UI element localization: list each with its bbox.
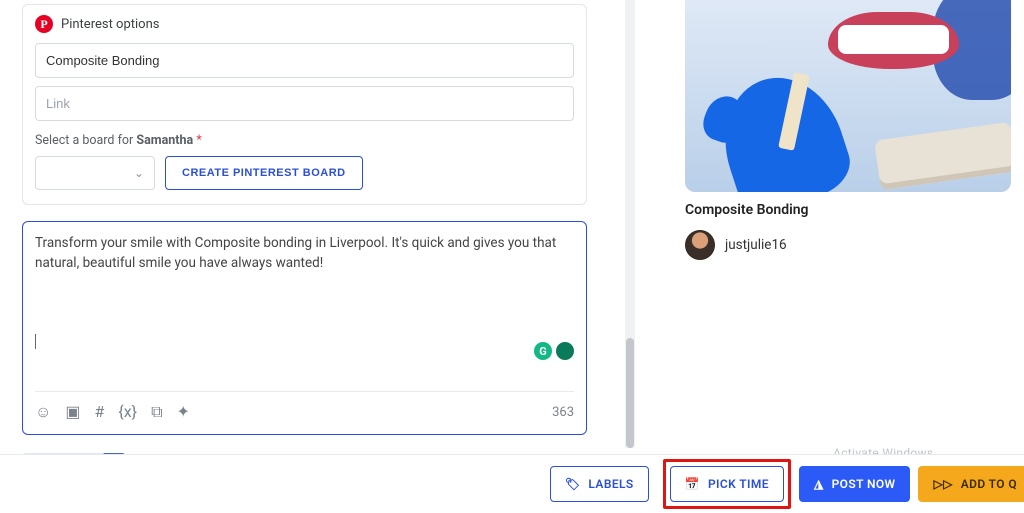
grammarly-icon[interactable]: G <box>534 342 552 360</box>
post-now-button-text: POST NOW <box>832 477 896 491</box>
labels-button-text: LABELS <box>588 477 633 491</box>
pick-time-button-text: PICK TIME <box>708 477 769 491</box>
pin-title-input[interactable] <box>35 43 574 78</box>
ai-sparkle-icon[interactable]: ✦ <box>177 402 190 422</box>
add-to-queue-button[interactable]: ▷▷ ADD TO Q <box>918 466 1024 502</box>
caption-editor[interactable]: Transform your smile with Composite bond… <box>22 221 587 435</box>
preview-title: Composite Bonding <box>685 202 1011 218</box>
calendar-icon: 📅 <box>685 477 700 491</box>
tutorial-highlight: 📅 PICK TIME <box>663 459 791 509</box>
create-pinterest-board-button[interactable]: CREATE PINTEREST BOARD <box>165 156 363 190</box>
image-icon[interactable]: ▣ <box>65 402 80 422</box>
preview-user-row: justjulie16 <box>685 230 1011 260</box>
pinterest-options-card: P Pinterest options Select a board for S… <box>22 4 587 205</box>
preview-image <box>685 0 1011 192</box>
preview-username: justjulie16 <box>725 237 787 253</box>
pinterest-section-title: Pinterest options <box>61 17 159 32</box>
add-to-queue-button-text: ADD TO Q <box>961 477 1017 491</box>
pick-time-button[interactable]: 📅 PICK TIME <box>670 466 784 502</box>
character-count: 363 <box>552 405 574 420</box>
tag-icon: 🏷 <box>565 477 581 491</box>
caption-text[interactable]: Transform your smile with Composite bond… <box>35 234 574 330</box>
assistant-icon[interactable] <box>556 342 574 360</box>
board-select-dropdown[interactable]: ⌄ <box>35 156 155 190</box>
grammar-badges: G <box>534 342 574 360</box>
preview-card: Composite Bonding justjulie16 <box>685 0 1011 260</box>
fast-forward-icon: ▷▷ <box>933 477 952 491</box>
emoji-icon[interactable]: ☺ <box>35 402 51 422</box>
send-icon: ◮ <box>814 477 824 491</box>
board-label-name: Samantha <box>136 133 193 148</box>
snippet-icon[interactable]: ⧉ <box>151 402 162 422</box>
variable-icon[interactable]: {x} <box>118 402 137 422</box>
text-cursor <box>35 334 36 349</box>
post-preview-panel: Composite Bonding justjulie16 <box>625 0 1024 450</box>
board-select-label: Select a board for Samantha * <box>35 133 574 148</box>
composer-panel: P Pinterest options Select a board for S… <box>0 0 605 460</box>
labels-button[interactable]: 🏷 LABELS <box>550 466 649 502</box>
caption-toolbar: ☺ ▣ # {x} ⧉ ✦ 363 <box>35 391 574 422</box>
chevron-down-icon: ⌄ <box>134 166 144 180</box>
pin-link-input[interactable] <box>35 86 574 121</box>
post-now-button[interactable]: ◮ POST NOW <box>799 466 911 502</box>
avatar <box>685 230 715 260</box>
hashtag-icon[interactable]: # <box>94 402 104 422</box>
board-label-prefix: Select a board for <box>35 133 136 148</box>
required-asterisk: * <box>196 133 201 148</box>
footer-action-bar: 🏷 LABELS 📅 PICK TIME ◮ POST NOW ▷▷ ADD T… <box>0 454 1024 513</box>
pinterest-icon: P <box>35 15 53 33</box>
pinterest-header: P Pinterest options <box>35 15 574 33</box>
